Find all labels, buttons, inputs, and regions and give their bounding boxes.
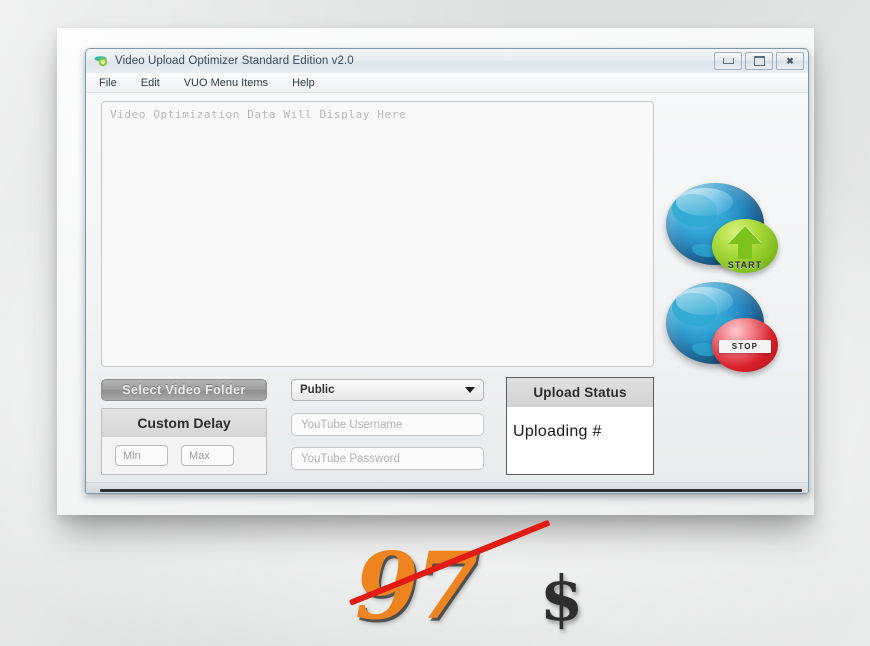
log-placeholder-text: Video Optimization Data Will Display Her…: [110, 108, 407, 121]
upload-status-title: Upload Status: [507, 378, 653, 407]
client-area: Video Optimization Data Will Display Her…: [86, 93, 808, 482]
log-output-textarea[interactable]: Video Optimization Data Will Display Her…: [101, 101, 654, 367]
price-number: 97: [355, 532, 479, 640]
maximize-icon: [753, 56, 765, 66]
custom-delay-fields: Min Max: [102, 437, 266, 466]
stop-upload-button[interactable]: STOP: [666, 278, 778, 372]
menu-item-edit[interactable]: Edit: [138, 76, 163, 90]
menu-bar: File Edit VUO Menu Items Help: [86, 73, 808, 93]
menu-item-vuo-menu-items[interactable]: VUO Menu Items: [181, 76, 271, 90]
stop-label: STOP: [731, 342, 759, 351]
max-delay-input[interactable]: Max: [181, 445, 234, 466]
start-label: START: [727, 260, 763, 270]
custom-delay-group: Custom Delay Min Max: [101, 408, 267, 475]
close-icon: ✖: [786, 55, 794, 66]
privacy-selected-value: Public: [300, 384, 335, 396]
globe-upload-icon: [94, 54, 109, 69]
start-upload-button[interactable]: START: [666, 179, 778, 273]
close-button[interactable]: ✖: [776, 52, 804, 70]
menu-item-file[interactable]: File: [96, 76, 120, 90]
window-footer: [86, 482, 808, 493]
chevron-down-icon: [465, 387, 475, 393]
up-arrow-icon: [728, 226, 762, 260]
application-window: Video Upload Optimizer Standard Edition …: [85, 48, 809, 494]
stop-badge: STOP: [712, 318, 778, 372]
min-delay-input[interactable]: Min: [115, 445, 168, 466]
minimize-button[interactable]: [714, 52, 742, 70]
upload-status-value: Uploading #: [513, 423, 602, 440]
price-currency-symbol: $: [540, 562, 584, 635]
stop-bar-icon: STOP: [719, 340, 771, 353]
price-graphic: 97 $: [348, 519, 615, 640]
window-controls: ✖: [714, 52, 804, 70]
select-video-folder-button[interactable]: Select Video Folder: [101, 379, 267, 401]
title-bar: Video Upload Optimizer Standard Edition …: [86, 49, 808, 73]
youtube-username-input[interactable]: YouTube Username: [291, 413, 484, 436]
maximize-button[interactable]: [745, 52, 773, 70]
youtube-password-input[interactable]: YouTube Password: [291, 447, 484, 470]
upload-status-panel: Upload Status Uploading #: [506, 377, 654, 475]
minimize-icon: [722, 58, 734, 64]
menu-item-help[interactable]: Help: [289, 76, 318, 90]
start-badge: START: [712, 219, 778, 273]
custom-delay-title: Custom Delay: [102, 409, 266, 437]
privacy-select[interactable]: Public: [291, 379, 484, 401]
window-title: Video Upload Optimizer Standard Edition …: [115, 55, 354, 67]
